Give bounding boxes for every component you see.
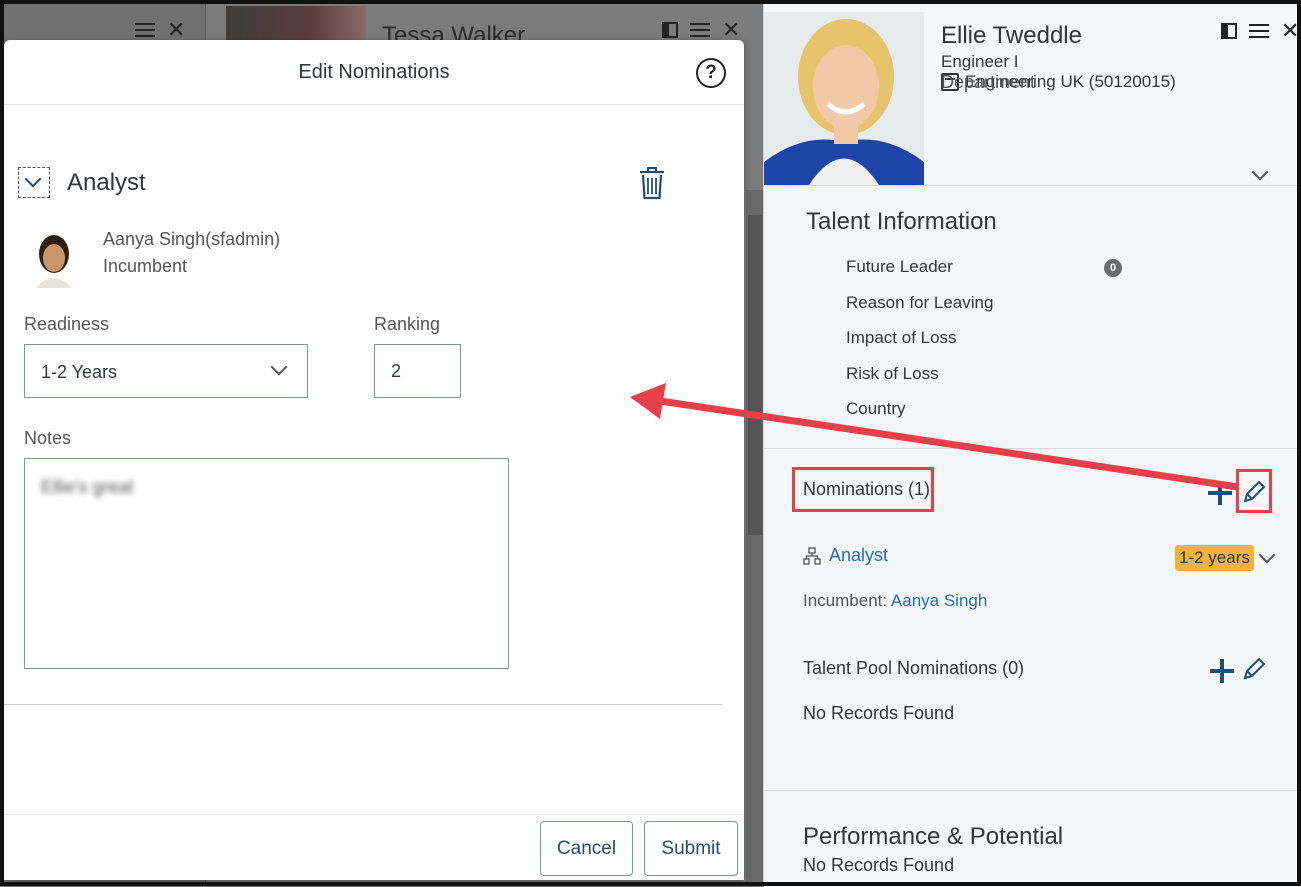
incumbent-avatar [28, 230, 80, 288]
notes-textarea[interactable]: Ellie's great [24, 458, 509, 669]
readiness-badge: 1-2 years [1175, 545, 1254, 571]
profile-department: Department Engineering UK (50120015) [941, 72, 1176, 92]
incumbent-link[interactable]: Aanya Singh [891, 591, 987, 610]
incumbent-name: Aanya Singh(sfadmin) [103, 229, 281, 249]
delete-trash-icon[interactable] [638, 166, 666, 200]
notes-label: Notes [24, 428, 72, 448]
performance-title: Performance & Potential [803, 823, 1064, 850]
nomination-row[interactable]: Analyst [803, 545, 888, 566]
chevron-down-icon [270, 358, 288, 376]
dialog-divider [4, 704, 722, 705]
profile-photo [764, 12, 924, 185]
side-panel-icon[interactable] [1221, 23, 1237, 39]
readiness-select[interactable]: 1-2 Years [24, 344, 308, 398]
org-chart-icon [803, 546, 821, 565]
menu-icon[interactable] [690, 23, 710, 37]
nomination-incumbent: Incumbent: Aanya Singh [803, 591, 987, 611]
incumbent-label: Incumbent [103, 256, 188, 276]
talent-item-reason-for-leaving: Reason for Leaving [846, 293, 994, 312]
profile-panel-controls: ✕ [1221, 18, 1299, 44]
menu-icon[interactable] [1249, 24, 1269, 38]
performance-section: Performance & Potential No Records Found [764, 790, 1301, 887]
collapse-toggle-chevron-icon[interactable] [18, 167, 50, 198]
readiness-value: 1-2 Years [41, 362, 118, 382]
help-icon[interactable]: ? [696, 58, 726, 88]
incumbent-label: Incumbent: [803, 591, 888, 610]
add-nomination-plus-icon[interactable] [1208, 481, 1232, 505]
scrollbar-thumb[interactable] [748, 215, 762, 535]
talent-information-title: Talent Information [806, 208, 997, 235]
edit-talent-pool-pencil-icon[interactable] [1241, 656, 1267, 682]
ranking-input[interactable] [374, 344, 461, 398]
nomination-role-link[interactable]: Analyst [829, 545, 888, 566]
expand-header-chevron-icon[interactable] [1251, 163, 1269, 181]
profile-header: Ellie Tweddle Engineer I Department Engi… [764, 0, 1301, 186]
talent-item-impact-of-loss: Impact of Loss [846, 328, 957, 347]
menu-icon[interactable] [135, 23, 155, 37]
future-leader-badge: 0 [1104, 259, 1122, 277]
talent-pool-empty: No Records Found [803, 703, 955, 723]
close-icon[interactable]: ✕ [1281, 18, 1299, 44]
submit-button[interactable]: Submit [644, 821, 738, 876]
ranking-label: Ranking [374, 314, 441, 334]
profile-panel: Ellie Tweddle Engineer I Department Engi… [763, 0, 1301, 887]
performance-empty: No Records Found [803, 855, 955, 875]
nominations-section: Nominations (1) Analyst 1-2 years Incumb… [764, 449, 1301, 789]
profile-job-title: Engineer I [941, 52, 1019, 71]
cancel-button[interactable]: Cancel [540, 821, 633, 876]
dialog-footer: Cancel Submit [4, 814, 744, 881]
talent-item-risk-of-loss: Risk of Loss [846, 364, 939, 383]
dialog-title: Edit Nominations [298, 61, 450, 83]
nomination-role: Analyst [67, 169, 146, 196]
talent-information-section: Talent Information Future Leader 0 Reaso… [764, 186, 1301, 449]
dialog-header-divider [4, 104, 744, 105]
add-talent-pool-plus-icon[interactable] [1210, 659, 1234, 683]
department-label: Department [941, 71, 1036, 92]
edit-nominations-dialog: Edit Nominations ? Analyst Aanya Singh(s… [4, 40, 744, 880]
annotation-highlight-pencil-box [1236, 469, 1272, 513]
middle-card-photo [226, 6, 366, 40]
talent-item-country: Country [846, 399, 906, 418]
talent-pool-title: Talent Pool Nominations (0) [803, 658, 1025, 678]
chevron-down-icon[interactable] [1258, 546, 1276, 564]
notes-value: Ellie's great [41, 477, 134, 497]
side-panel-icon[interactable] [662, 22, 678, 38]
annotation-highlight-box [792, 467, 934, 512]
readiness-label: Readiness [24, 314, 110, 334]
talent-item-future-leader: Future Leader [846, 257, 953, 276]
profile-name: Ellie Tweddle [941, 22, 1082, 49]
